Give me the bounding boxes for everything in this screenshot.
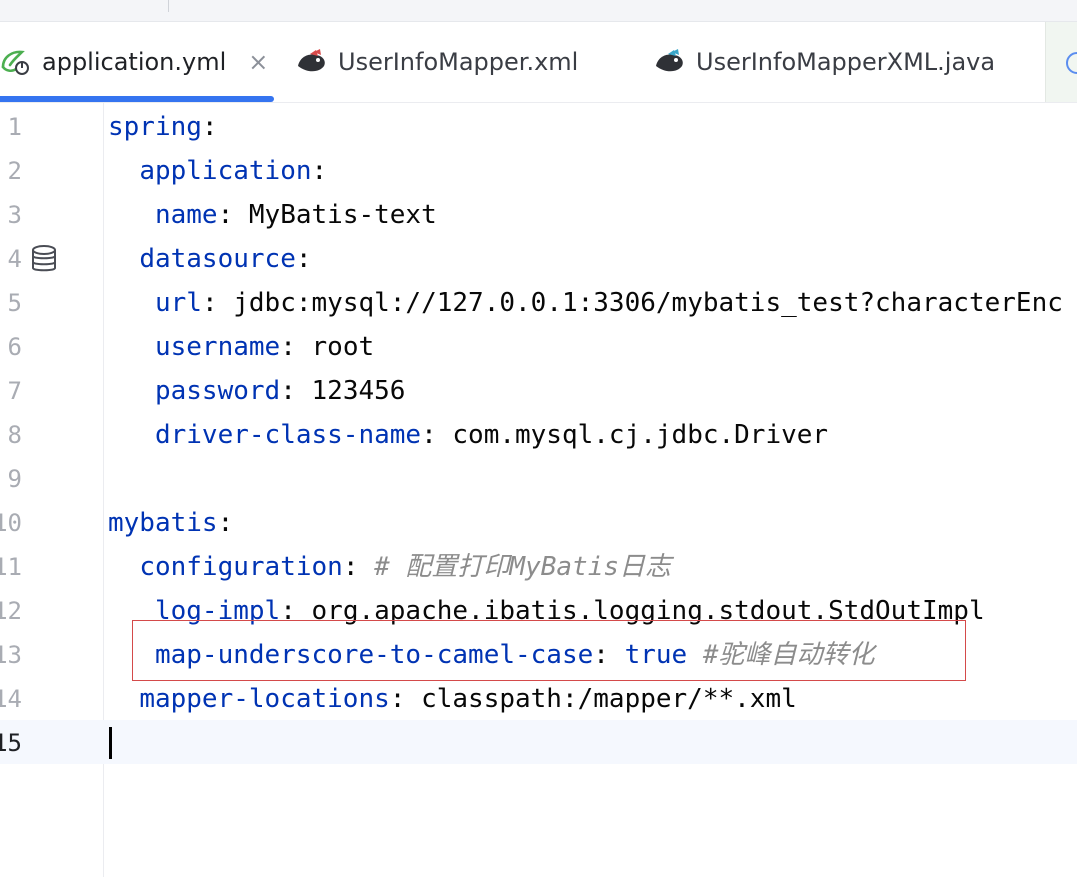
yaml-key: username bbox=[154, 332, 281, 362]
code-line[interactable]: 7 password: 123456 bbox=[0, 369, 1077, 413]
tab-userinfomapper-xml[interactable]: UserInfoMapper.xml bbox=[296, 22, 578, 102]
code-text: spring: bbox=[108, 105, 218, 149]
code-text: mybatis: bbox=[108, 501, 233, 545]
yaml-key: configuration bbox=[139, 552, 343, 582]
line-number: 1 bbox=[7, 113, 22, 141]
annotation-highlight-box bbox=[132, 620, 966, 681]
line-number: 14 bbox=[0, 685, 22, 713]
mybatis-bird-icon bbox=[656, 49, 683, 72]
line-number: 15 bbox=[0, 729, 22, 757]
colon: : bbox=[280, 332, 296, 362]
line-number: 13 bbox=[0, 641, 22, 669]
yaml-value: classpath:/mapper/**.xml bbox=[405, 684, 797, 714]
code-text: mapper-locations: classpath:/mapper/**.x… bbox=[108, 677, 797, 721]
colon: : bbox=[311, 156, 328, 186]
yaml-key: driver-class-name bbox=[154, 420, 422, 450]
code-text: password: 123456 bbox=[108, 369, 405, 413]
tab-label: UserInfoMapperXML.java bbox=[696, 48, 996, 76]
colon: : bbox=[421, 420, 437, 450]
code-line[interactable]: 6 username: root bbox=[0, 325, 1077, 369]
line-number: 8 bbox=[7, 421, 22, 449]
line-number: 10 bbox=[0, 509, 22, 537]
colon: : bbox=[201, 288, 218, 318]
yaml-key: application bbox=[139, 156, 312, 186]
close-tab-icon[interactable]: × bbox=[248, 48, 268, 76]
line-number: 2 bbox=[7, 157, 22, 185]
yaml-value: MyBatis-text bbox=[233, 200, 437, 230]
yaml-value: root bbox=[295, 332, 375, 362]
line-number: 6 bbox=[7, 333, 22, 361]
colon: : bbox=[201, 112, 218, 142]
code-line[interactable]: 15 bbox=[0, 721, 1077, 765]
yaml-key: mybatis bbox=[108, 508, 218, 538]
code-line[interactable]: 2 application: bbox=[0, 149, 1077, 193]
line-number: 5 bbox=[7, 289, 22, 317]
code-line[interactable]: 8 driver-class-name: com.mysql.cj.jdbc.D… bbox=[0, 413, 1077, 457]
colon: : bbox=[217, 508, 234, 538]
code-text: driver-class-name: com.mysql.cj.jdbc.Dri… bbox=[108, 413, 828, 457]
code-line[interactable]: 4 datasource: bbox=[0, 237, 1077, 281]
spring-yaml-icon bbox=[1, 50, 29, 75]
tab-label: application.yml bbox=[42, 48, 227, 76]
colon: : bbox=[342, 552, 359, 582]
yaml-key: datasource bbox=[139, 244, 296, 274]
code-line[interactable]: 9 bbox=[0, 457, 1077, 501]
yaml-value: 123456 bbox=[295, 376, 406, 406]
text-cursor bbox=[109, 727, 112, 759]
database-icon[interactable] bbox=[30, 244, 58, 274]
editor-tab-bar: application.yml × UserInfoMapper.xml Use… bbox=[0, 22, 1077, 103]
colon: : bbox=[295, 244, 312, 274]
tab-label: UserInfoMapper.xml bbox=[338, 48, 579, 76]
code-line[interactable]: 1 spring: bbox=[0, 105, 1077, 149]
active-tab-indicator bbox=[0, 96, 274, 102]
line-number: 3 bbox=[7, 201, 22, 229]
yaml-key: name bbox=[154, 200, 218, 230]
colon: : bbox=[389, 684, 406, 714]
colon: : bbox=[217, 200, 234, 230]
code-line[interactable]: 5 url: jdbc:mysql://127.0.0.1:3306/mybat… bbox=[0, 281, 1077, 325]
tab-userinfomapperxml-java[interactable]: UserInfoMapperXML.java bbox=[654, 22, 995, 102]
top-toolbar-strip bbox=[0, 0, 1077, 22]
line-number: 7 bbox=[7, 377, 22, 405]
tab-application-yml[interactable]: application.yml × bbox=[0, 22, 268, 102]
line-number: 11 bbox=[0, 553, 22, 581]
yaml-comment: # 配置打印MyBatis日志 bbox=[374, 552, 672, 582]
code-line[interactable]: 14 mapper-locations: classpath:/mapper/*… bbox=[0, 677, 1077, 721]
yaml-value bbox=[358, 552, 374, 582]
line-number: 4 bbox=[7, 245, 22, 273]
overflow-tab-partial[interactable] bbox=[1045, 22, 1077, 102]
code-text: url: jdbc:mysql://127.0.0.1:3306/mybatis… bbox=[108, 281, 1063, 325]
code-line[interactable]: 10 mybatis: bbox=[0, 501, 1077, 545]
code-text: configuration: # 配置打印MyBatis日志 bbox=[108, 545, 671, 589]
yaml-key: url bbox=[154, 288, 202, 318]
code-text: name: MyBatis-text bbox=[108, 193, 437, 237]
code-text: application: bbox=[108, 149, 327, 193]
toolbar-separator bbox=[168, 0, 169, 12]
code-text: username: root bbox=[108, 325, 374, 369]
line-number: 12 bbox=[0, 597, 22, 625]
yaml-key: mapper-locations bbox=[139, 684, 390, 714]
yaml-key: password bbox=[154, 376, 281, 406]
yaml-value: jdbc:mysql://127.0.0.1:3306/mybatis_test… bbox=[217, 288, 1063, 318]
mybatis-bird-icon bbox=[298, 49, 325, 72]
yaml-key: spring bbox=[108, 112, 202, 142]
code-text: datasource: bbox=[108, 237, 312, 281]
code-line[interactable]: 11 configuration: # 配置打印MyBatis日志 bbox=[0, 545, 1077, 589]
colon: : bbox=[280, 376, 296, 406]
line-number: 9 bbox=[7, 465, 22, 493]
yaml-value: com.mysql.cj.jdbc.Driver bbox=[436, 420, 829, 450]
code-line[interactable]: 3 name: MyBatis-text bbox=[0, 193, 1077, 237]
partial-tab-icon bbox=[1066, 52, 1077, 74]
